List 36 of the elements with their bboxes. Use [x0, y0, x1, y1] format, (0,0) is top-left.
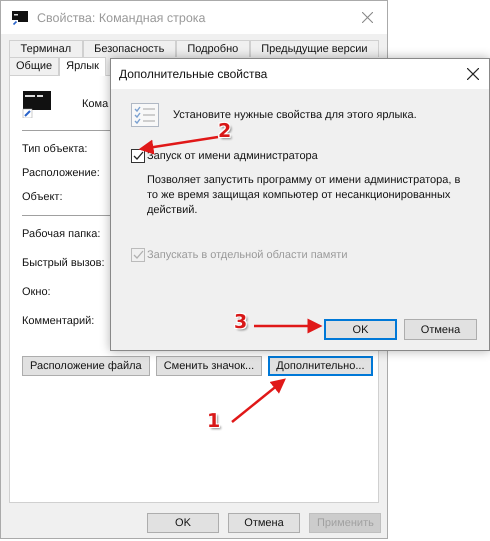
dialog-button[interactable]: OK	[324, 319, 397, 340]
panel-button[interactable]: Дополнительно...	[268, 356, 373, 376]
dialog-button[interactable]: Отмена	[404, 319, 477, 340]
annotation-arrow	[254, 318, 322, 334]
option-description: Позволяет запустить программу от имени администратора, в то же время защищая компьютер от несанкционированных действий.	[147, 173, 462, 218]
console-icon	[22, 90, 52, 118]
field-label: Быстрый вызов:	[22, 257, 105, 269]
panel-button[interactable]: Сменить значок...	[156, 356, 262, 376]
checkbox-label: Запускать в отдельной области памяти	[147, 249, 348, 261]
close-icon[interactable]	[467, 68, 479, 80]
footer-button[interactable]: Отмена	[228, 513, 300, 533]
tab[interactable]: Подробно	[176, 40, 250, 57]
panel-button[interactable]: Расположение файла	[22, 356, 150, 376]
step-number: 2	[218, 122, 232, 141]
field-label: Расположение:	[22, 167, 100, 179]
step-number: 3	[234, 313, 248, 332]
tab[interactable]: Общие	[9, 57, 60, 75]
field-label: Окно:	[22, 286, 51, 298]
tab[interactable]: Предыдущие версии	[250, 40, 380, 57]
field-label: Рабочая папка:	[22, 228, 100, 240]
dialog-title: Дополнительные свойства	[119, 67, 268, 81]
tab[interactable]: Терминал	[9, 40, 83, 57]
step-number: 1	[207, 412, 220, 431]
checkbox-box[interactable]	[131, 149, 145, 163]
checklist-icon	[131, 103, 159, 127]
field-label: Комментарий:	[22, 315, 94, 327]
window-title: Свойства: Командная строка	[37, 10, 206, 24]
tab[interactable]: Ярлык	[59, 57, 106, 76]
annotation-arrow	[231, 378, 286, 423]
field-label: Объект:	[22, 191, 63, 203]
shortcut-name: Кома	[82, 98, 108, 110]
footer-button[interactable]: OK	[147, 513, 219, 533]
field-label: Тип объекта:	[22, 143, 88, 155]
tab[interactable]: Безопасность	[82, 40, 176, 57]
console-icon	[11, 10, 29, 26]
intro-text: Установите нужные свойства для этого ярлыка.	[173, 109, 417, 121]
